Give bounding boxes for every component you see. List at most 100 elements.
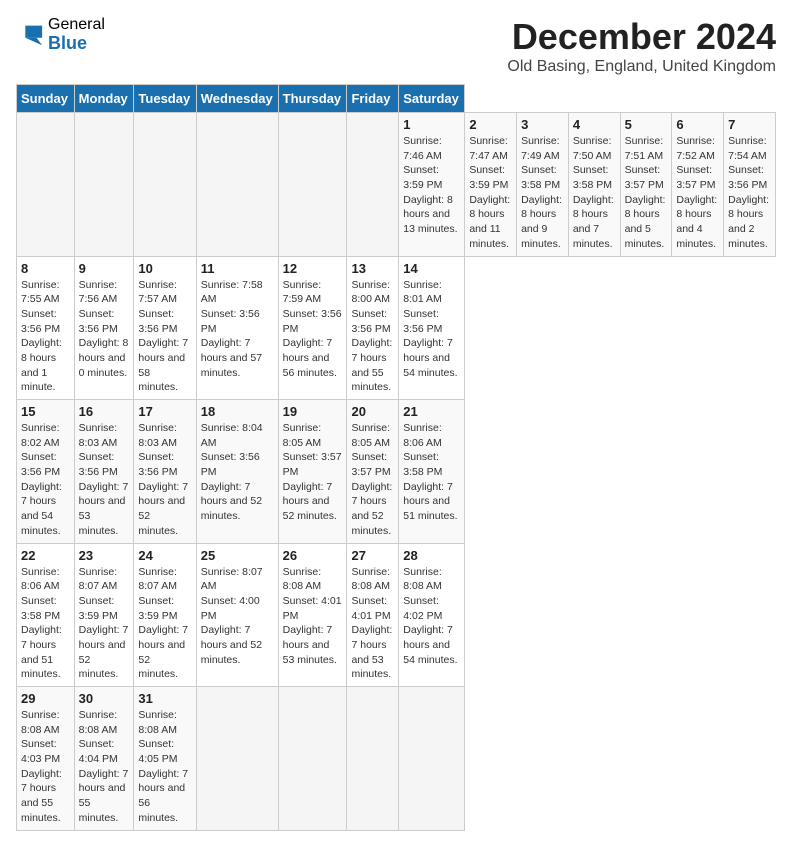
day-number: 21 (403, 404, 460, 419)
day-number: 3 (521, 117, 564, 132)
day-info: Sunrise: 7:58 AMSunset: 3:56 PMDaylight:… (201, 278, 274, 381)
day-number: 29 (21, 691, 70, 706)
day-number: 12 (283, 261, 343, 276)
header: General Blue December 2024 Old Basing, E… (16, 16, 776, 76)
header-day-sunday: Sunday (17, 85, 75, 113)
day-number: 9 (79, 261, 130, 276)
day-info: Sunrise: 8:07 AMSunset: 3:59 PMDaylight:… (138, 565, 191, 683)
header-day-wednesday: Wednesday (196, 85, 278, 113)
calendar-cell (278, 113, 347, 257)
day-number: 18 (201, 404, 274, 419)
day-number: 25 (201, 548, 274, 563)
calendar-week-2: 15 Sunrise: 8:02 AMSunset: 3:56 PMDayligh… (17, 400, 776, 544)
day-number: 13 (351, 261, 394, 276)
day-number: 11 (201, 261, 274, 276)
day-number: 4 (573, 117, 616, 132)
logo: General Blue (16, 16, 105, 53)
calendar-week-1: 8Sunrise: 7:55 AMSunset: 3:56 PMDaylight… (17, 256, 776, 400)
day-number: 24 (138, 548, 191, 563)
calendar-cell: 1Sunrise: 7:46 AMSunset: 3:59 PMDaylight… (399, 113, 465, 257)
calendar-cell: 25Sunrise: 8:07 AMSunset: 4:00 PMDayligh… (196, 543, 278, 687)
day-info: Sunrise: 8:01 AMSunset: 3:56 PMDaylight:… (403, 278, 460, 381)
day-info: Sunrise: 8:08 AMSunset: 4:05 PMDaylight:… (138, 708, 191, 826)
day-number: 31 (138, 691, 191, 706)
title-area: December 2024 Old Basing, England, Unite… (507, 16, 776, 76)
calendar-cell: 11 Sunrise: 7:58 AMSunset: 3:56 PMDayligh… (196, 256, 278, 400)
day-info: Sunrise: 8:03 AMSunset: 3:56 PMDaylight:… (138, 421, 191, 539)
calendar-cell: 8Sunrise: 7:55 AMSunset: 3:56 PMDaylight… (17, 256, 75, 400)
calendar-cell: 13 Sunrise: 8:00 AMSunset: 3:56 PMDayligh… (347, 256, 399, 400)
day-info: Sunrise: 8:05 AMSunset: 3:57 PMDaylight:… (351, 421, 394, 539)
day-info: Sunrise: 7:46 AMSunset: 3:59 PMDaylight:… (403, 134, 460, 237)
calendar-cell: 3 Sunrise: 7:49 AMSunset: 3:58 PMDaylight… (517, 113, 569, 257)
day-info: Sunrise: 8:08 AMSunset: 4:04 PMDaylight:… (79, 708, 130, 826)
day-number: 7 (728, 117, 771, 132)
day-info: Sunrise: 8:08 AMSunset: 4:02 PMDaylight:… (403, 565, 460, 668)
day-info: Sunrise: 7:49 AMSunset: 3:58 PMDaylight:… (521, 134, 564, 252)
calendar-week-3: 22Sunrise: 8:06 AMSunset: 3:58 PMDayligh… (17, 543, 776, 687)
calendar-header-row: SundayMondayTuesdayWednesdayThursdayFrid… (17, 85, 776, 113)
day-info: Sunrise: 8:02 AMSunset: 3:56 PMDaylight:… (21, 421, 70, 539)
calendar-cell: 15 Sunrise: 8:02 AMSunset: 3:56 PMDayligh… (17, 400, 75, 544)
calendar-cell: 22Sunrise: 8:06 AMSunset: 3:58 PMDayligh… (17, 543, 75, 687)
calendar-cell (196, 113, 278, 257)
day-number: 19 (283, 404, 343, 419)
day-number: 30 (79, 691, 130, 706)
day-info: Sunrise: 8:06 AMSunset: 3:58 PMDaylight:… (403, 421, 460, 524)
subtitle: Old Basing, England, United Kingdom (507, 58, 776, 76)
day-info: Sunrise: 8:03 AMSunset: 3:56 PMDaylight:… (79, 421, 130, 539)
day-number: 6 (676, 117, 719, 132)
main-title: December 2024 (507, 16, 776, 58)
day-info: Sunrise: 7:50 AMSunset: 3:58 PMDaylight:… (573, 134, 616, 252)
calendar-cell: 12 Sunrise: 7:59 AMSunset: 3:56 PMDayligh… (278, 256, 347, 400)
day-info: Sunrise: 7:55 AMSunset: 3:56 PMDaylight:… (21, 278, 70, 396)
calendar-cell: 24 Sunrise: 8:07 AMSunset: 3:59 PMDayligh… (134, 543, 196, 687)
calendar-cell: 20Sunrise: 8:05 AMSunset: 3:57 PMDayligh… (347, 400, 399, 544)
day-info: Sunrise: 7:51 AMSunset: 3:57 PMDaylight:… (625, 134, 668, 252)
calendar-cell: 18Sunrise: 8:04 AMSunset: 3:56 PMDayligh… (196, 400, 278, 544)
day-info: Sunrise: 7:56 AMSunset: 3:56 PMDaylight:… (79, 278, 130, 381)
day-info: Sunrise: 8:08 AMSunset: 4:03 PMDaylight:… (21, 708, 70, 826)
calendar-cell: 19 Sunrise: 8:05 AMSunset: 3:57 PMDayligh… (278, 400, 347, 544)
calendar-cell: 31 Sunrise: 8:08 AMSunset: 4:05 PMDayligh… (134, 687, 196, 831)
day-number: 27 (351, 548, 394, 563)
day-number: 26 (283, 548, 343, 563)
calendar-cell (74, 113, 134, 257)
calendar-cell (134, 113, 196, 257)
day-number: 23 (79, 548, 130, 563)
logo-text: General Blue (48, 16, 105, 53)
header-day-saturday: Saturday (399, 85, 465, 113)
calendar-cell: 28 Sunrise: 8:08 AMSunset: 4:02 PMDayligh… (399, 543, 465, 687)
calendar-cell (196, 687, 278, 831)
day-info: Sunrise: 7:59 AMSunset: 3:56 PMDaylight:… (283, 278, 343, 381)
day-info: Sunrise: 7:52 AMSunset: 3:57 PMDaylight:… (676, 134, 719, 252)
calendar-week-0: 1Sunrise: 7:46 AMSunset: 3:59 PMDaylight… (17, 113, 776, 257)
calendar-cell: 21 Sunrise: 8:06 AMSunset: 3:58 PMDayligh… (399, 400, 465, 544)
calendar: SundayMondayTuesdayWednesdayThursdayFrid… (16, 84, 776, 831)
calendar-cell: 23 Sunrise: 8:07 AMSunset: 3:59 PMDayligh… (74, 543, 134, 687)
logo-general: General (48, 16, 105, 34)
day-number: 22 (21, 548, 70, 563)
calendar-cell: 6 Sunrise: 7:52 AMSunset: 3:57 PMDaylight… (672, 113, 724, 257)
day-info: Sunrise: 7:57 AMSunset: 3:56 PMDaylight:… (138, 278, 191, 396)
day-number: 28 (403, 548, 460, 563)
calendar-cell (399, 687, 465, 831)
day-number: 14 (403, 261, 460, 276)
day-info: Sunrise: 8:00 AMSunset: 3:56 PMDaylight:… (351, 278, 394, 396)
calendar-cell (278, 687, 347, 831)
calendar-cell: 9 Sunrise: 7:56 AMSunset: 3:56 PMDaylight… (74, 256, 134, 400)
header-day-tuesday: Tuesday (134, 85, 196, 113)
day-info: Sunrise: 8:07 AMSunset: 3:59 PMDaylight:… (79, 565, 130, 683)
day-info: Sunrise: 7:54 AMSunset: 3:56 PMDaylight:… (728, 134, 771, 252)
day-info: Sunrise: 8:08 AMSunset: 4:01 PMDaylight:… (283, 565, 343, 668)
header-day-thursday: Thursday (278, 85, 347, 113)
calendar-cell: 5 Sunrise: 7:51 AMSunset: 3:57 PMDaylight… (620, 113, 672, 257)
calendar-cell: 29 Sunrise: 8:08 AMSunset: 4:03 PMDayligh… (17, 687, 75, 831)
calendar-cell: 14 Sunrise: 8:01 AMSunset: 3:56 PMDayligh… (399, 256, 465, 400)
calendar-cell: 2Sunrise: 7:47 AMSunset: 3:59 PMDaylight… (465, 113, 517, 257)
calendar-cell: 10Sunrise: 7:57 AMSunset: 3:56 PMDayligh… (134, 256, 196, 400)
day-number: 5 (625, 117, 668, 132)
day-number: 15 (21, 404, 70, 419)
calendar-week-4: 29 Sunrise: 8:08 AMSunset: 4:03 PMDayligh… (17, 687, 776, 831)
day-info: Sunrise: 8:05 AMSunset: 3:57 PMDaylight:… (283, 421, 343, 524)
